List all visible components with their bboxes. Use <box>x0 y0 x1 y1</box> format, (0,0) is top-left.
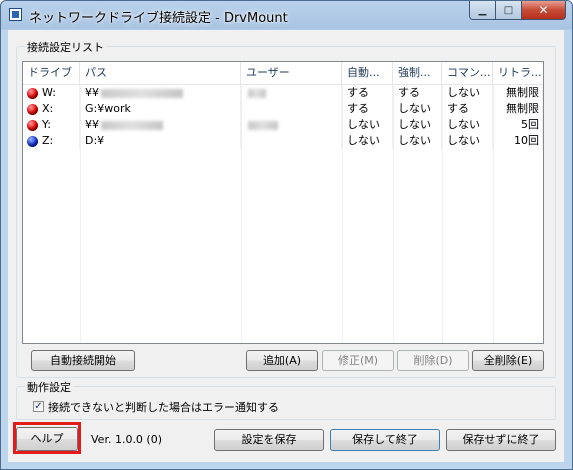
column-header-auto[interactable]: 自動... <box>342 62 393 84</box>
cell-auto: する <box>342 101 393 117</box>
cell-retry: 5回 <box>493 117 543 133</box>
edit-button[interactable]: 修正(M) <box>322 350 394 371</box>
column-divider <box>393 84 394 343</box>
cell-command: しない <box>442 117 493 133</box>
list-row[interactable]: Z: D:¥ しない しない しない 10回 <box>23 133 543 149</box>
cell-path: G:¥work <box>80 101 241 117</box>
column-header-path[interactable]: パス <box>80 62 241 84</box>
cell-user <box>241 133 342 149</box>
minimize-icon: ▁ <box>478 4 487 16</box>
list-row[interactable]: Y: ¥¥ しない しない しない 5回 <box>23 117 543 133</box>
drive-letter: W: <box>42 86 56 99</box>
column-header-command[interactable]: コマン... <box>442 62 493 84</box>
redacted-user <box>248 120 278 130</box>
delete-all-button[interactable]: 全削除(E) <box>472 350 544 371</box>
cell-user <box>241 117 342 133</box>
list-header: ドライブ パス ユーザー 自動... 強制... コマン... リトラ... <box>23 62 543 85</box>
column-header-drive[interactable]: ドライブ <box>23 62 80 84</box>
redacted-path <box>101 120 163 130</box>
column-divider <box>493 84 494 343</box>
maximize-icon: □ <box>503 4 514 16</box>
path-text: G:¥work <box>85 102 131 115</box>
redacted-path <box>101 88 183 98</box>
path-text: ¥¥ <box>85 118 99 131</box>
cell-retry: 無制限 <box>493 101 543 117</box>
close-button[interactable]: ✕ <box>522 1 566 20</box>
notify-checkbox[interactable]: ✓ <box>33 401 44 412</box>
caption-buttons: ▁ □ ✕ <box>469 1 566 21</box>
version-text: Ver. 1.0.0 (0) <box>91 433 163 446</box>
drive-status-red-icon <box>27 87 38 99</box>
add-button[interactable]: 追加(A) <box>246 350 318 371</box>
cell-retry: 無制限 <box>493 85 543 101</box>
list-row[interactable]: X: G:¥work する しない する 無制限 <box>23 101 543 117</box>
notify-checkbox-label[interactable]: 接続できないと判断した場合はエラー通知する <box>48 399 279 415</box>
drive-letter: Z: <box>42 134 54 147</box>
cell-command: しない <box>442 85 493 101</box>
drive-letter: Y: <box>42 118 51 131</box>
checkmark-icon: ✓ <box>34 401 43 412</box>
redacted-user <box>248 88 266 98</box>
maximize-button[interactable]: □ <box>496 1 522 20</box>
save-and-exit-button[interactable]: 保存して終了 <box>330 429 440 451</box>
help-highlight-box <box>13 422 81 454</box>
delete-button[interactable]: 削除(D) <box>397 350 469 371</box>
path-text: ¥¥ <box>85 86 99 99</box>
cell-command: する <box>442 101 493 117</box>
cell-force: しない <box>393 117 442 133</box>
minimize-button[interactable]: ▁ <box>469 1 496 20</box>
cell-path: ¥¥ <box>80 117 241 133</box>
cell-drive: Z: <box>23 133 80 149</box>
cell-drive: X: <box>23 101 80 117</box>
cell-auto: する <box>342 85 393 101</box>
drive-status-blue-icon <box>27 135 38 147</box>
cell-auto: しない <box>342 117 393 133</box>
column-divider <box>241 84 242 343</box>
cell-force: しない <box>393 133 442 149</box>
path-text: D:¥ <box>85 134 105 147</box>
cell-auto: しない <box>342 133 393 149</box>
column-divider <box>80 84 81 343</box>
window-title: ネットワークドライブ接続設定 - DrvMount <box>29 11 288 26</box>
cell-force: する <box>393 85 442 101</box>
connection-list-label: 接続設定リスト <box>25 39 106 55</box>
column-divider <box>442 84 443 343</box>
cell-user <box>241 101 342 117</box>
close-icon: ✕ <box>538 3 549 17</box>
column-header-user[interactable]: ユーザー <box>241 62 342 84</box>
behavior-label: 動作設定 <box>25 379 73 395</box>
list-body: W: ¥¥ する する しない 無制限 X: G:¥work する しない する 無制限 Y: ¥¥ しない… <box>23 85 543 149</box>
column-header-force[interactable]: 強制... <box>393 62 442 84</box>
drive-status-red-icon <box>27 119 38 131</box>
cell-user <box>241 85 342 101</box>
column-header-retry[interactable]: リトラ... <box>493 62 543 84</box>
column-divider <box>342 84 343 343</box>
cell-command: しない <box>442 133 493 149</box>
cell-drive: W: <box>23 85 80 101</box>
cell-force: しない <box>393 101 442 117</box>
connection-list[interactable]: ドライブ パス ユーザー 自動... 強制... コマン... リトラ... W… <box>22 61 544 344</box>
cell-drive: Y: <box>23 117 80 133</box>
cell-path: D:¥ <box>80 133 241 149</box>
list-row[interactable]: W: ¥¥ する する しない 無制限 <box>23 85 543 101</box>
title-bar[interactable]: ネットワークドライブ接続設定 - DrvMount ▁ □ ✕ <box>1 1 572 30</box>
cell-path: ¥¥ <box>80 85 241 101</box>
cell-retry: 10回 <box>493 133 543 149</box>
save-settings-button[interactable]: 設定を保存 <box>214 429 324 451</box>
drive-letter: X: <box>42 102 54 115</box>
drive-status-red-icon <box>27 103 38 115</box>
auto-connect-button[interactable]: 自動接続開始 <box>31 350 135 371</box>
exit-without-save-button[interactable]: 保存せずに終了 <box>446 429 556 451</box>
app-icon[interactable] <box>9 8 22 21</box>
